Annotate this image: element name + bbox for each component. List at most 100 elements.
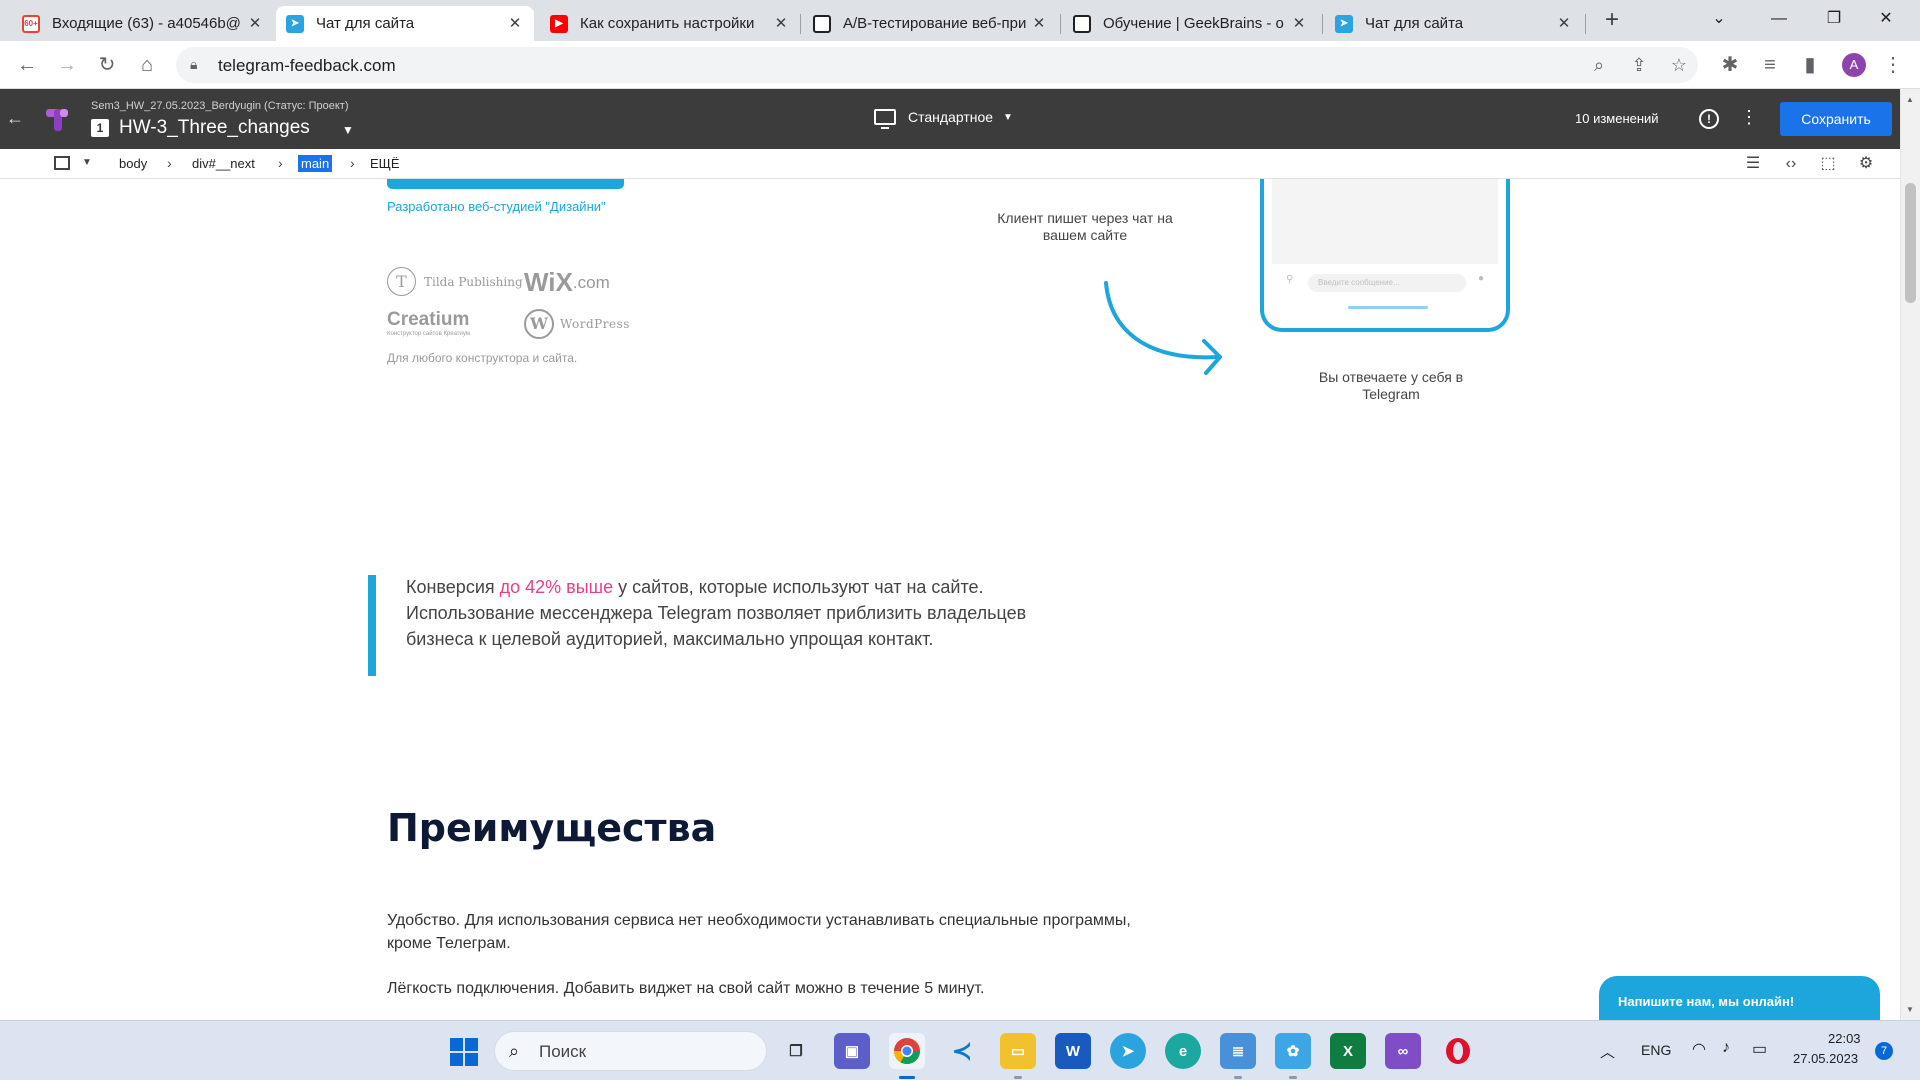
profile-avatar[interactable]: A <box>1842 53 1866 77</box>
chevron-down-icon[interactable]: ▼ <box>342 123 354 137</box>
home-icon[interactable]: ⌂ <box>134 52 160 78</box>
excel-icon[interactable]: X <box>1330 1033 1366 1069</box>
browser-tab-strip: 60+ Входящие (63) - a40546b@ ✕ ➤ Чат для… <box>0 0 1920 41</box>
telegram-icon[interactable]: ➤ <box>1110 1033 1146 1069</box>
crumb-div-next[interactable]: div#__next <box>192 156 255 171</box>
back-arrow-icon[interactable]: ← <box>14 52 40 78</box>
chevron-down-icon: ▼ <box>1003 111 1013 123</box>
photos-icon[interactable]: ✿ <box>1275 1033 1311 1069</box>
crumb-main-selected[interactable]: main <box>298 155 333 172</box>
word-icon[interactable]: W <box>1055 1033 1091 1069</box>
forward-arrow-icon[interactable]: → <box>54 52 80 78</box>
chatgpt-icon <box>1073 14 1091 33</box>
taskbar-search-box[interactable]: ⌕ Поиск <box>494 1031 767 1071</box>
editor-header: ← Sem3_HW_27.05.2023_Berdyugin (Статус: … <box>0 89 1900 149</box>
notepad-icon[interactable]: ≣ <box>1220 1033 1256 1069</box>
save-button[interactable]: Сохранить <box>1780 102 1892 136</box>
tab-search-chevron-icon[interactable]: ⌄ <box>1699 6 1739 32</box>
side-panel-icon[interactable]: ▮ <box>1797 52 1823 78</box>
clock-date[interactable]: 27.05.2023 <box>1793 1051 1858 1066</box>
new-tab-button[interactable]: + <box>1599 8 1625 34</box>
gear-icon[interactable]: ⚙ <box>1855 154 1877 174</box>
quote-prefix: Конверсия <box>406 577 500 597</box>
close-icon[interactable]: ✕ <box>772 15 790 33</box>
more-menu-icon[interactable]: ⋮ <box>1740 107 1758 128</box>
device-mode-selector[interactable]: Стандартное ▼ <box>874 109 1013 129</box>
crumb-body[interactable]: body <box>119 156 147 171</box>
share-icon[interactable]: ⇪ <box>1628 54 1650 76</box>
wifi-icon[interactable]: ◠ <box>1692 1039 1706 1059</box>
chat-widget-button[interactable]: Напишите нам, мы онлайн! <box>1599 976 1880 1020</box>
window-close-icon[interactable]: ✕ <box>1866 6 1906 32</box>
close-icon[interactable]: ✕ <box>1290 15 1308 33</box>
changes-counter[interactable]: 10 изменений <box>1575 111 1659 126</box>
phone-mockup: ⚲ Введите сообщение... ● <box>1260 179 1510 332</box>
windows-start-icon[interactable] <box>450 1038 478 1066</box>
running-app-indicator <box>1234 1076 1242 1079</box>
reload-icon[interactable]: ↻ <box>94 52 120 78</box>
page-name[interactable]: HW-3_Three_changes <box>119 117 310 139</box>
scroll-down-arrow-icon[interactable]: ▼ <box>1906 1005 1914 1014</box>
developer-credit-link[interactable]: Разработано веб-студией "Дизайни" <box>387 199 606 214</box>
settings-sliders-icon[interactable]: ☰ <box>1742 154 1764 174</box>
tab-chat-second[interactable]: ➤ Чат для сайта ✕ <box>1325 6 1583 41</box>
chrome-icon[interactable] <box>889 1033 925 1069</box>
battery-icon[interactable]: ▭ <box>1752 1039 1767 1059</box>
page-scrollbar[interactable]: ▲ ▼ <box>1900 89 1920 1020</box>
clock-time[interactable]: 22:03 <box>1828 1031 1861 1046</box>
teams-chat-icon[interactable]: ▣ <box>834 1033 870 1069</box>
bookmark-star-icon[interactable]: ☆ <box>1668 54 1690 76</box>
tab-geekbrains[interactable]: Обучение | GeekBrains - о ✕ <box>1063 6 1318 41</box>
scroll-thumb[interactable] <box>1905 183 1916 303</box>
code-icon[interactable]: ‹› <box>1780 154 1802 174</box>
kebab-menu-icon[interactable]: ⋮ <box>1880 52 1906 78</box>
back-arrow-icon[interactable]: ← <box>6 108 24 129</box>
inspect-element-icon[interactable]: ⬚ <box>1817 154 1839 174</box>
vscode-icon[interactable]: ≺ <box>944 1033 980 1069</box>
close-icon[interactable]: ✕ <box>1030 15 1048 33</box>
notification-badge[interactable]: 7 <box>1875 1042 1893 1060</box>
restore-icon[interactable]: ❐ <box>1814 6 1854 32</box>
search-placeholder: Поиск <box>539 1042 587 1061</box>
telegram-icon: ➤ <box>1335 14 1353 33</box>
url-text: telegram-feedback.com <box>218 56 396 75</box>
tray-overflow-chevron-icon[interactable]: ︿ <box>1600 1041 1615 1062</box>
creatium-sublabel: Конструктор сайтов Креатиум <box>387 331 470 337</box>
running-app-indicator <box>1014 1076 1022 1079</box>
quote-accent-bar <box>368 575 376 676</box>
media-queue-icon[interactable]: ≡ <box>1757 52 1783 78</box>
language-indicator[interactable]: ENG <box>1641 1042 1671 1058</box>
extensions-puzzle-icon[interactable]: ✱ <box>1717 52 1743 78</box>
edge-icon[interactable]: e <box>1165 1033 1201 1069</box>
chevron-down-icon[interactable]: ▼ <box>82 157 92 168</box>
visual-studio-icon[interactable]: ∞ <box>1385 1033 1421 1069</box>
minimize-icon[interactable]: — <box>1759 6 1799 32</box>
tab-ab-testing[interactable]: A/B-тестирование веб-при ✕ <box>803 6 1058 41</box>
tab-gmail[interactable]: 60+ Входящие (63) - a40546b@ ✕ <box>12 6 274 41</box>
phone-home-indicator <box>1348 306 1428 309</box>
crumb-more[interactable]: ЕЩЁ <box>370 156 400 171</box>
file-explorer-icon[interactable]: ▭ <box>1000 1033 1036 1069</box>
lock-icon[interactable]: 🔒︎ <box>190 56 208 74</box>
close-icon[interactable]: ✕ <box>1555 15 1573 33</box>
scroll-up-arrow-icon[interactable]: ▲ <box>1906 95 1914 104</box>
frame-select-icon[interactable] <box>54 156 70 170</box>
tilda-label: Tilda Publishing <box>424 274 523 289</box>
phone-message-input: Введите сообщение... <box>1308 274 1466 292</box>
opera-icon[interactable] <box>1440 1033 1476 1069</box>
hero-cta-button[interactable] <box>387 179 624 189</box>
wordpress-label: WordPress <box>560 317 630 331</box>
info-icon[interactable]: ! <box>1699 109 1719 129</box>
task-view-icon[interactable]: ❐ <box>778 1033 814 1069</box>
tab-youtube[interactable]: ▶ Как сохранить настройки ✕ <box>540 6 800 41</box>
volume-icon[interactable]: ♪ <box>1722 1039 1730 1057</box>
zoom-icon[interactable]: ⌕ <box>1588 54 1610 76</box>
close-icon[interactable]: ✕ <box>246 15 264 33</box>
tilda-logo: T Tilda Publishing <box>387 267 523 296</box>
address-bar[interactable]: 🔒︎ telegram-feedback.com ⌕ ⇪ ☆ <box>176 47 1698 83</box>
tab-chat-active[interactable]: ➤ Чат для сайта ✕ <box>276 6 534 41</box>
page-number-badge: 1 <box>91 119 109 137</box>
close-icon[interactable]: ✕ <box>506 15 524 33</box>
element-breadcrumb: ▼ body › div#__next › main › ЕЩЁ ☰ ‹› ⬚ … <box>0 149 1900 179</box>
tab-separator <box>1060 14 1061 34</box>
